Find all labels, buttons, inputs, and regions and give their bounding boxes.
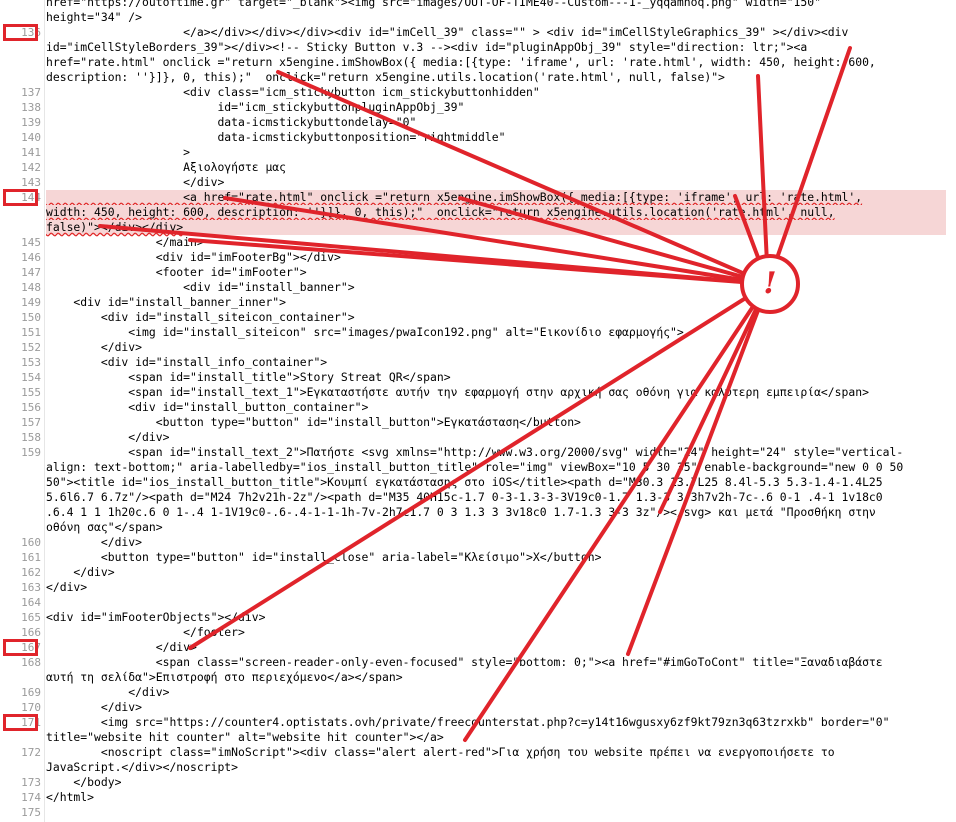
pointer-line (756, 74, 770, 286)
annotation-overlay (98, 46, 852, 742)
pointer-line (766, 46, 852, 286)
source-viewer[interactable]: 136 137 138 139 140 141 142 143 144 145 … (0, 0, 956, 822)
warning-exclamation-icon: ! (763, 266, 777, 301)
pointer-line (223, 196, 770, 286)
pointer-line (463, 282, 770, 742)
pointer-line (626, 282, 770, 656)
